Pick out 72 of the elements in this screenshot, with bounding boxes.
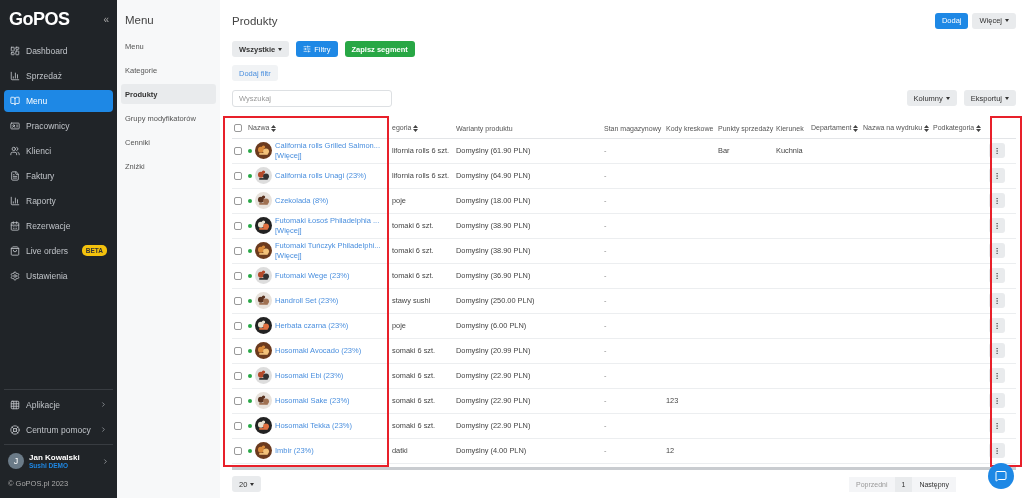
kebab-icon — [993, 421, 1001, 430]
nav-item[interactable]: Pracownicy — [4, 114, 113, 137]
checkbox[interactable] — [234, 272, 242, 280]
sort-icon[interactable] — [853, 125, 859, 133]
checkbox[interactable] — [234, 197, 242, 205]
submenu-title: Menu — [124, 13, 155, 28]
chat-button[interactable] — [988, 463, 1014, 489]
nav-item[interactable]: Ustawienia — [4, 264, 113, 287]
caret-icon — [1005, 96, 1009, 100]
settings-icon — [10, 270, 20, 281]
nav-item[interactable]: Klienci — [4, 139, 113, 162]
nav-item[interactable]: Centrum pomocy — [4, 418, 113, 441]
sliders-icon — [303, 45, 312, 53]
kebab-icon — [993, 396, 1001, 405]
checkbox[interactable] — [234, 322, 242, 330]
checkbox[interactable] — [234, 347, 242, 355]
id-card-icon — [10, 120, 20, 131]
nav-item[interactable]: Dashboard — [4, 39, 113, 62]
checkbox[interactable] — [234, 372, 242, 380]
page-title: Produkty — [232, 14, 278, 27]
caret-icon — [278, 47, 283, 51]
nav-item[interactable]: Sprzedaż — [4, 64, 113, 87]
kebab-icon — [993, 321, 1001, 330]
nav-item[interactable]: Raporty — [4, 189, 113, 212]
checkbox[interactable] — [234, 247, 242, 255]
kebab-icon — [993, 171, 1001, 180]
checkbox[interactable] — [234, 222, 242, 230]
caret-icon — [250, 482, 255, 486]
dashboard-icon — [10, 45, 20, 56]
bar-chart-icon — [10, 195, 20, 206]
checkbox[interactable] — [234, 422, 242, 430]
kebab-icon — [993, 296, 1001, 305]
collapse-button[interactable]: « — [103, 13, 109, 25]
kebab-icon — [993, 271, 1001, 280]
sort-icon[interactable] — [924, 125, 930, 133]
checkbox[interactable] — [234, 297, 242, 305]
checkbox[interactable] — [234, 147, 242, 155]
avatar[interactable]: J — [8, 453, 24, 469]
chevron-icon — [100, 401, 107, 408]
nav-item[interactable]: Rezerwacje — [4, 214, 113, 237]
bar-chart-icon — [10, 70, 20, 81]
nav-item[interactable]: Menu — [4, 89, 113, 112]
kebab-icon — [993, 146, 1001, 155]
caret-icon — [945, 96, 950, 100]
checkbox[interactable] — [234, 124, 242, 133]
users-icon — [10, 145, 20, 156]
checkbox[interactable] — [234, 172, 242, 180]
checkbox[interactable] — [234, 447, 242, 455]
chevron-icon[interactable] — [102, 457, 109, 465]
checkbox[interactable] — [234, 397, 242, 405]
sort-icon[interactable] — [976, 125, 982, 133]
kebab-icon — [993, 371, 1001, 380]
kebab-icon — [993, 196, 1001, 205]
kebab-icon — [993, 446, 1001, 455]
nav-item[interactable]: Faktury — [4, 164, 113, 187]
user-name: Jan Kowalski — [29, 453, 81, 462]
nav-item[interactable]: Aplikacje — [4, 393, 113, 416]
kebab-icon — [993, 221, 1001, 230]
kebab-icon — [993, 246, 1001, 255]
document-icon — [10, 170, 20, 181]
sort-icon[interactable] — [271, 125, 277, 133]
book-icon — [10, 95, 20, 106]
grid-icon — [10, 399, 20, 410]
logo: GoPOS — [9, 8, 70, 30]
bag-icon — [10, 245, 20, 256]
chat-icon — [995, 470, 1007, 482]
chevron-icon — [100, 426, 107, 433]
kebab-icon — [993, 346, 1001, 355]
lifebuoy-icon — [10, 424, 20, 435]
calendar-icon — [10, 220, 20, 231]
sort-icon[interactable] — [413, 125, 419, 133]
caret-icon — [1005, 19, 1009, 22]
